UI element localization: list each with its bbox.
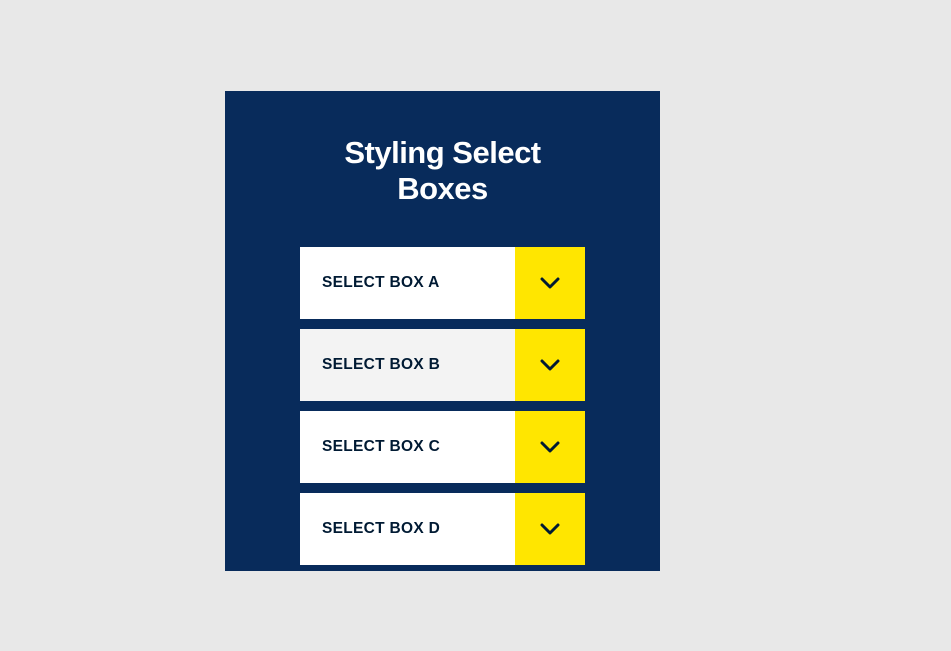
select-box-toggle[interactable] [515, 247, 585, 319]
chevron-down-icon [540, 523, 560, 535]
select-box-a[interactable]: SELECT BOX A [300, 247, 585, 319]
select-box-label: SELECT BOX B [300, 329, 515, 401]
select-box-d[interactable]: SELECT BOX D [300, 493, 585, 565]
select-box-label: SELECT BOX A [300, 247, 515, 319]
select-box-toggle[interactable] [515, 411, 585, 483]
select-box-label: SELECT BOX C [300, 411, 515, 483]
panel-title: Styling Select Boxes [300, 135, 585, 207]
chevron-down-icon [540, 359, 560, 371]
select-box-toggle[interactable] [515, 329, 585, 401]
select-box-b[interactable]: SELECT BOX B [300, 329, 585, 401]
chevron-down-icon [540, 441, 560, 453]
select-boxes-panel: Styling Select Boxes SELECT BOX A SELECT… [225, 91, 660, 571]
select-box-c[interactable]: SELECT BOX C [300, 411, 585, 483]
select-box-label: SELECT BOX D [300, 493, 515, 565]
chevron-down-icon [540, 277, 560, 289]
select-box-toggle[interactable] [515, 493, 585, 565]
